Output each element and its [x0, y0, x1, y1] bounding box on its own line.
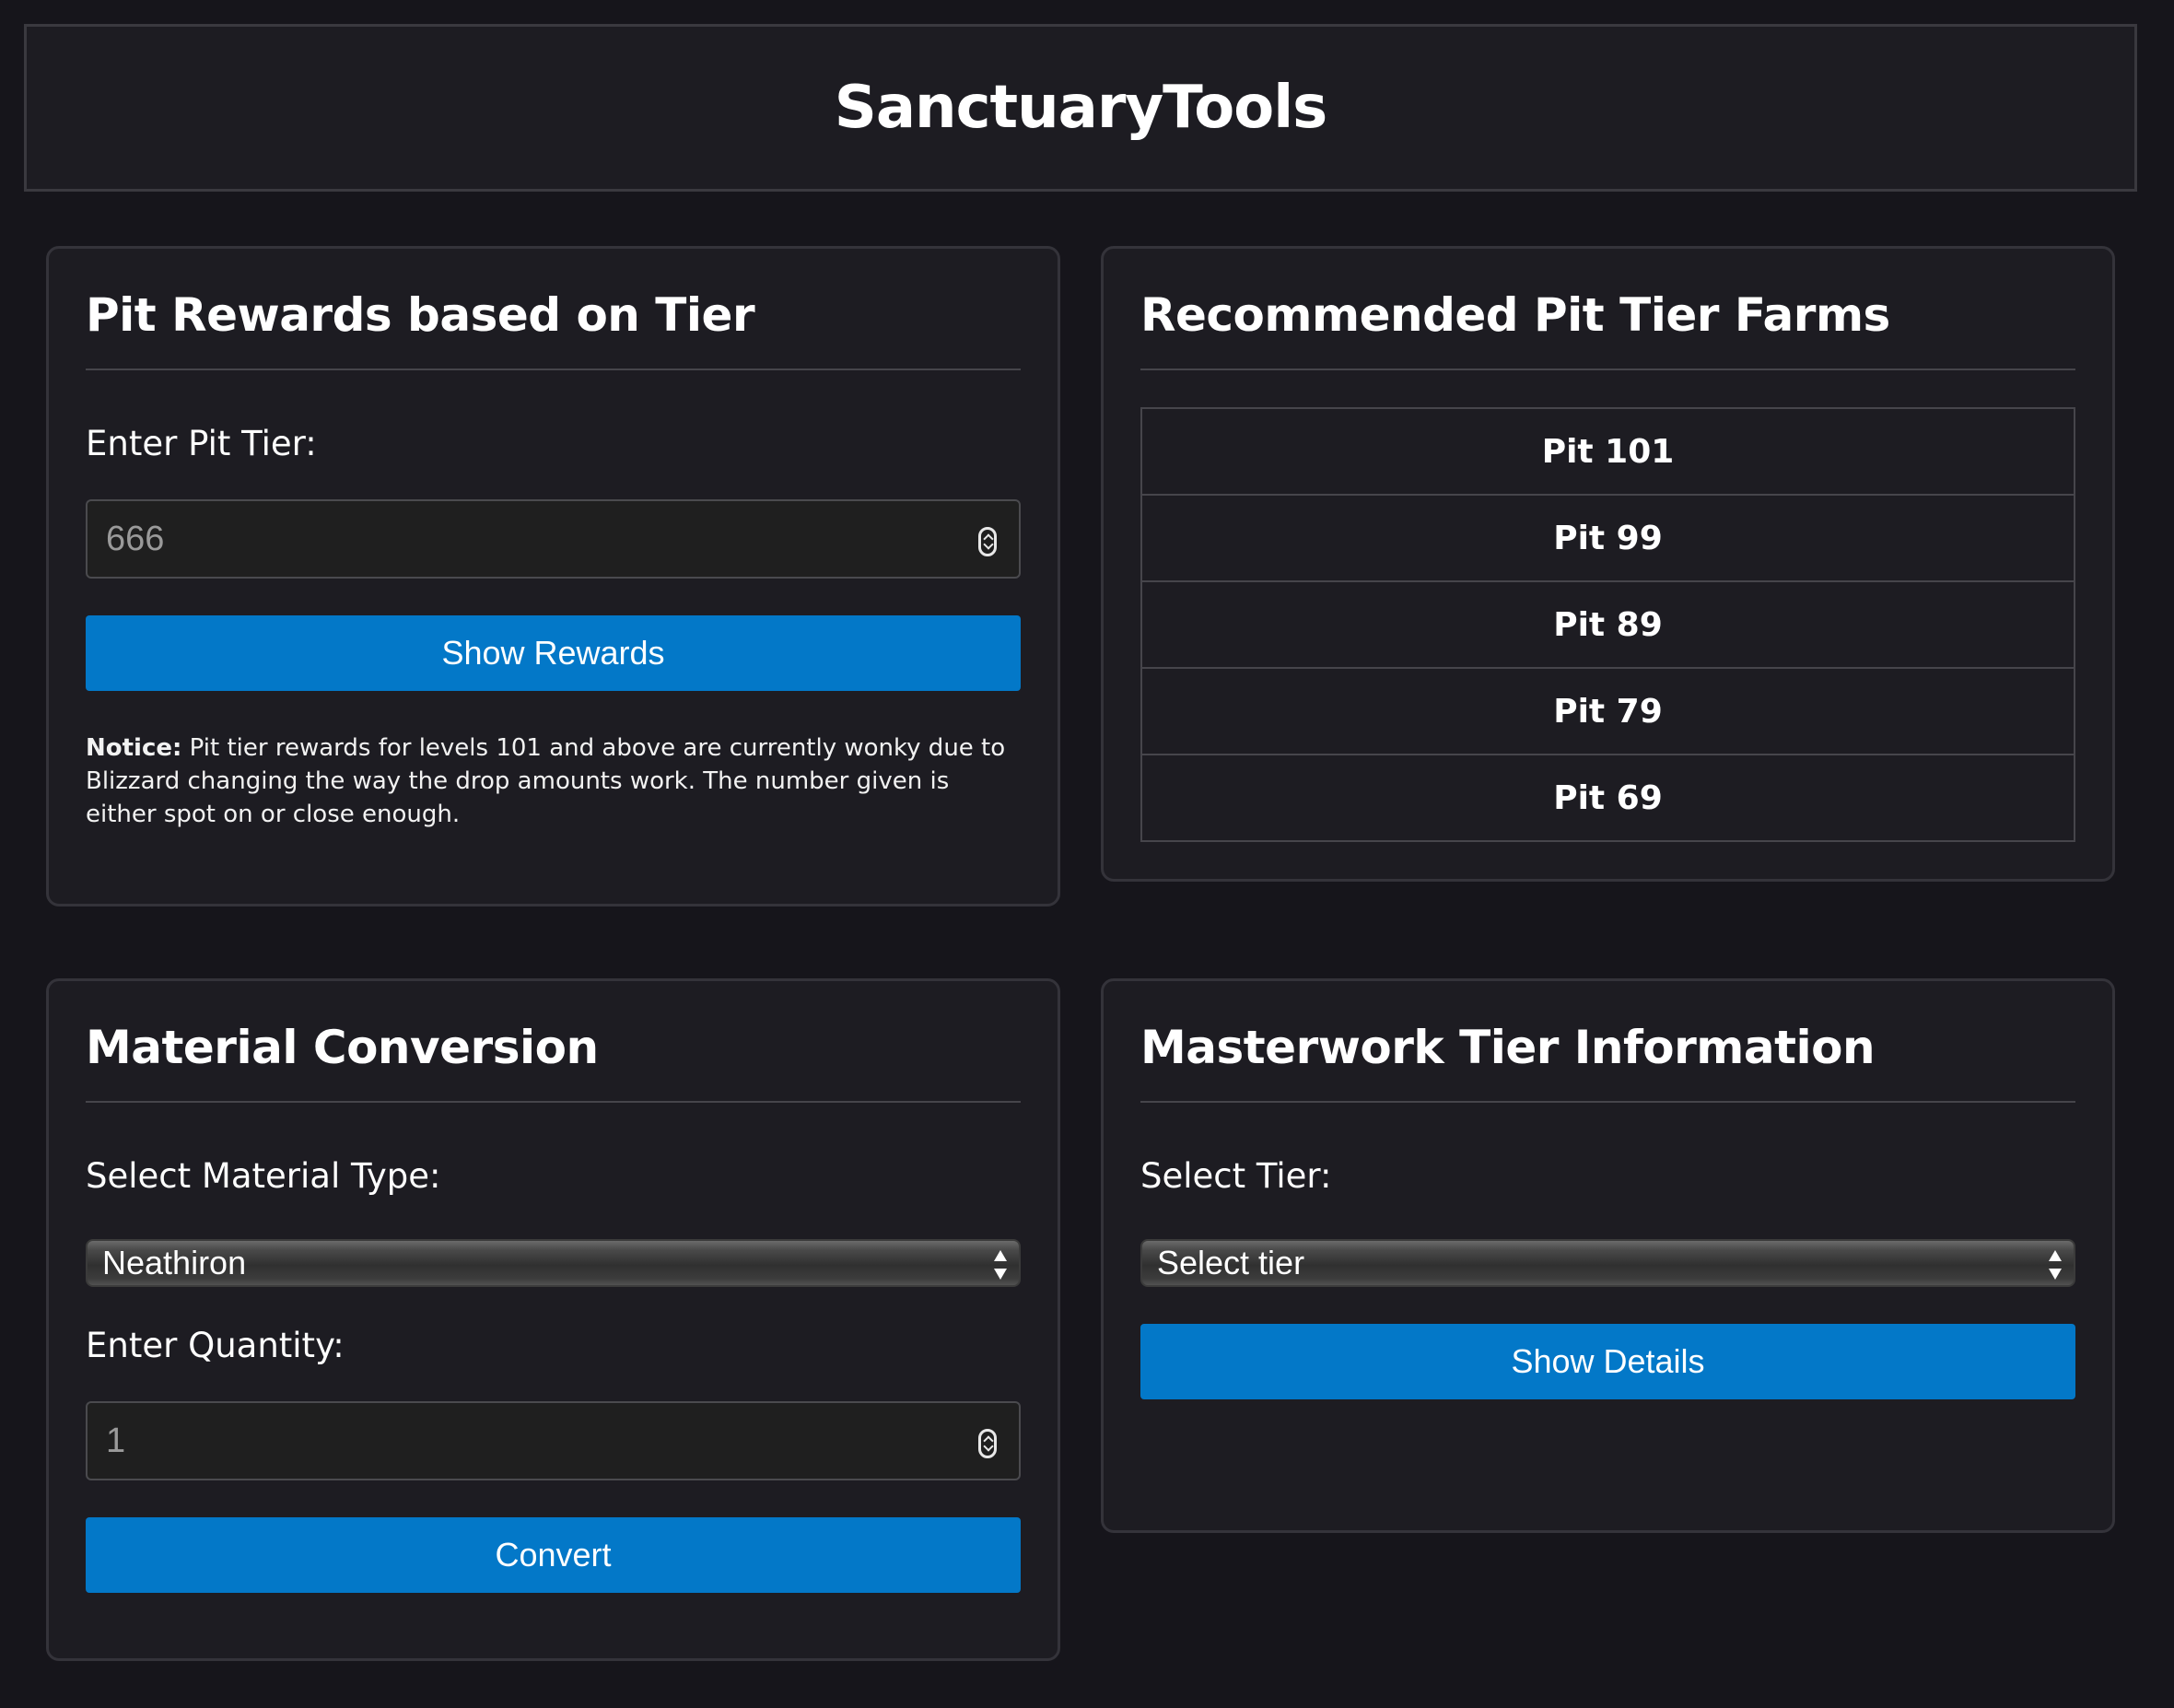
tier-select[interactable]: Select tier: [1140, 1239, 2075, 1287]
show-details-button[interactable]: Show Details: [1140, 1324, 2075, 1399]
spinner-icon[interactable]: [978, 527, 997, 556]
table-row: Pit 99: [1140, 494, 2075, 582]
recommended-farms-card: Recommended Pit Tier Farms Pit 101 Pit 9…: [1101, 246, 2115, 882]
farm-cell: Pit 101: [1140, 407, 2075, 496]
farm-table: Pit 101 Pit 99 Pit 89 Pit 79 Pit 69: [1140, 407, 2075, 842]
select-arrows-icon: [993, 1250, 1008, 1280]
farm-cell: Pit 99: [1140, 494, 2075, 582]
table-row: Pit 101: [1140, 407, 2075, 496]
table-row: Pit 79: [1140, 667, 2075, 755]
quantity-value: 1: [106, 1421, 126, 1460]
quantity-label: Enter Quantity:: [86, 1326, 345, 1365]
notice-label: Notice:: [86, 734, 182, 762]
site-title: SanctuaryTools: [834, 74, 1328, 142]
select-arrows-icon: [2048, 1250, 2063, 1280]
material-type-label: Select Material Type:: [86, 1156, 441, 1196]
pit-tier-label: Enter Pit Tier:: [86, 424, 317, 463]
recommended-farms-title: Recommended Pit Tier Farms: [1140, 249, 2075, 370]
farm-cell: Pit 69: [1140, 754, 2075, 842]
spinner-icon[interactable]: [978, 1429, 997, 1458]
masterwork-card: Masterwork Tier Information Select Tier:…: [1101, 978, 2115, 1533]
notice-text: Notice: Pit tier rewards for levels 101 …: [86, 731, 1021, 831]
show-rewards-button[interactable]: Show Rewards: [86, 615, 1021, 691]
table-row: Pit 89: [1140, 580, 2075, 669]
material-type-value: Neathiron: [102, 1244, 247, 1281]
farm-cell: Pit 79: [1140, 667, 2075, 755]
pit-rewards-card: Pit Rewards based on Tier Enter Pit Tier…: [46, 246, 1060, 907]
table-row: Pit 69: [1140, 754, 2075, 842]
quantity-input[interactable]: 1: [86, 1401, 1021, 1480]
material-conversion-card: Material Conversion Select Material Type…: [46, 978, 1060, 1661]
material-conversion-title: Material Conversion: [86, 981, 1021, 1103]
convert-button[interactable]: Convert: [86, 1517, 1021, 1593]
pit-rewards-title: Pit Rewards based on Tier: [86, 249, 1021, 370]
pit-tier-value: 666: [106, 519, 165, 558]
tier-label: Select Tier:: [1140, 1156, 1332, 1196]
pit-tier-input[interactable]: 666: [86, 499, 1021, 579]
farm-cell: Pit 89: [1140, 580, 2075, 669]
tier-select-value: Select tier: [1157, 1244, 1305, 1281]
notice-body: Pit tier rewards for levels 101 and abov…: [86, 734, 1006, 828]
material-type-select[interactable]: Neathiron: [86, 1239, 1021, 1287]
masterwork-title: Masterwork Tier Information: [1140, 981, 2075, 1103]
site-header: SanctuaryTools: [24, 24, 2137, 192]
